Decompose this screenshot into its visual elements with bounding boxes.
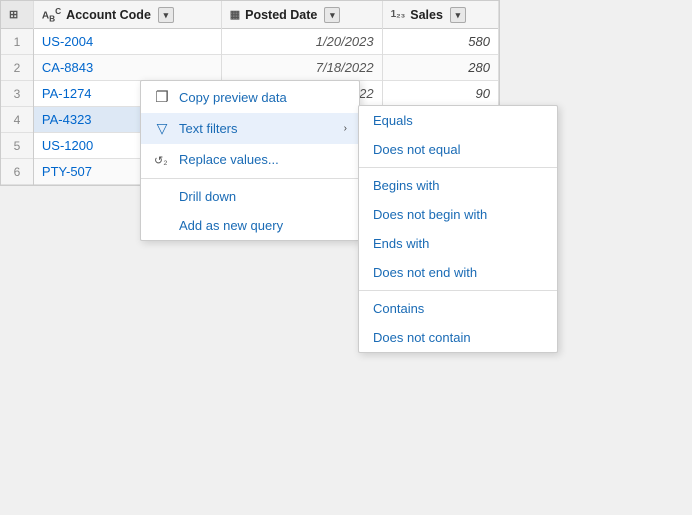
filter-icon: ▽ bbox=[153, 120, 171, 137]
submenu-item-not-contain[interactable]: Does not contain bbox=[359, 323, 557, 352]
text-filters-label: Text filters bbox=[179, 121, 336, 136]
submenu-item-contains[interactable]: Contains bbox=[359, 294, 557, 323]
grid-icon: ⊞ bbox=[9, 8, 18, 21]
text-filters-submenu: Equals Does not equal Begins with Does n… bbox=[358, 105, 558, 353]
account-code-dropdown[interactable]: ▾ bbox=[158, 7, 174, 23]
row-num-1: 1 bbox=[1, 29, 33, 55]
sales-header: 1₂₃ Sales ▾ bbox=[382, 1, 498, 29]
table-row: 2 CA-8843 7/18/2022 280 bbox=[1, 55, 499, 81]
table-row: 1 US-2004 1/20/2023 580 bbox=[1, 29, 499, 55]
not-equal-label: Does not equal bbox=[373, 142, 460, 157]
row-num-6: 6 bbox=[1, 159, 33, 185]
account-2: CA-8843 bbox=[33, 55, 221, 81]
contains-label: Contains bbox=[373, 301, 424, 316]
sales-dropdown[interactable]: ▾ bbox=[450, 7, 466, 23]
row-num-3: 3 bbox=[1, 81, 33, 107]
menu-item-drill-down[interactable]: Drill down bbox=[141, 182, 359, 211]
svg-text:↺₂: ↺₂ bbox=[154, 155, 168, 167]
row-num-2: 2 bbox=[1, 55, 33, 81]
submenu-item-not-begin-with[interactable]: Does not begin with bbox=[359, 200, 557, 229]
replace-values-label: Replace values... bbox=[179, 152, 347, 167]
account-code-header: ABC Account Code ▾ bbox=[33, 1, 221, 29]
menu-separator-1 bbox=[141, 178, 359, 179]
menu-item-add-query[interactable]: Add as new query bbox=[141, 211, 359, 240]
chevron-right-icon: › bbox=[344, 123, 347, 134]
drill-down-label: Drill down bbox=[179, 189, 347, 204]
submenu-item-begins-with[interactable]: Begins with bbox=[359, 171, 557, 200]
table-header-row: ⊞ ABC Account Code ▾ ▦ Posted Date ▾ bbox=[1, 1, 499, 29]
menu-item-replace-values[interactable]: ↺₂ Replace values... bbox=[141, 144, 359, 175]
num-col-icon: 1₂₃ bbox=[391, 9, 406, 20]
account-1: US-2004 bbox=[33, 29, 221, 55]
submenu-item-ends-with[interactable]: Ends with bbox=[359, 229, 557, 258]
sales-label: Sales bbox=[410, 8, 443, 22]
submenu-sep-2 bbox=[359, 290, 557, 291]
row-num-4: 4 bbox=[1, 107, 33, 133]
date-col-icon: ▦ bbox=[230, 8, 240, 21]
not-contain-label: Does not contain bbox=[373, 330, 471, 345]
equals-label: Equals bbox=[373, 113, 413, 128]
copy-preview-label: Copy preview data bbox=[179, 90, 347, 105]
posted-date-label: Posted Date bbox=[245, 8, 317, 22]
menu-item-text-filters[interactable]: ▽ Text filters › bbox=[141, 113, 359, 144]
replace-icon: ↺₂ bbox=[153, 151, 171, 168]
copy-icon: ❐ bbox=[153, 88, 171, 106]
submenu-item-equals[interactable]: Equals bbox=[359, 106, 557, 135]
not-end-with-label: Does not end with bbox=[373, 265, 477, 280]
row-num-5: 5 bbox=[1, 133, 33, 159]
add-query-label: Add as new query bbox=[179, 218, 347, 233]
row-num-header: ⊞ bbox=[1, 1, 33, 29]
begins-with-label: Begins with bbox=[373, 178, 439, 193]
submenu-sep-1 bbox=[359, 167, 557, 168]
ends-with-label: Ends with bbox=[373, 236, 429, 251]
posted-date-dropdown[interactable]: ▾ bbox=[324, 7, 340, 23]
submenu-item-not-end-with[interactable]: Does not end with bbox=[359, 258, 557, 287]
sales-1: 580 bbox=[382, 29, 498, 55]
text-col-icon: ABC bbox=[42, 6, 61, 23]
sales-3: 90 bbox=[382, 81, 498, 107]
date-1: 1/20/2023 bbox=[221, 29, 382, 55]
posted-date-header: ▦ Posted Date ▾ bbox=[221, 1, 382, 29]
date-2: 7/18/2022 bbox=[221, 55, 382, 81]
account-code-label: Account Code bbox=[66, 8, 151, 22]
menu-item-copy-preview[interactable]: ❐ Copy preview data bbox=[141, 81, 359, 113]
sales-2: 280 bbox=[382, 55, 498, 81]
not-begin-with-label: Does not begin with bbox=[373, 207, 487, 222]
submenu-item-not-equal[interactable]: Does not equal bbox=[359, 135, 557, 164]
context-menu: ❐ Copy preview data ▽ Text filters › ↺₂ … bbox=[140, 80, 360, 241]
